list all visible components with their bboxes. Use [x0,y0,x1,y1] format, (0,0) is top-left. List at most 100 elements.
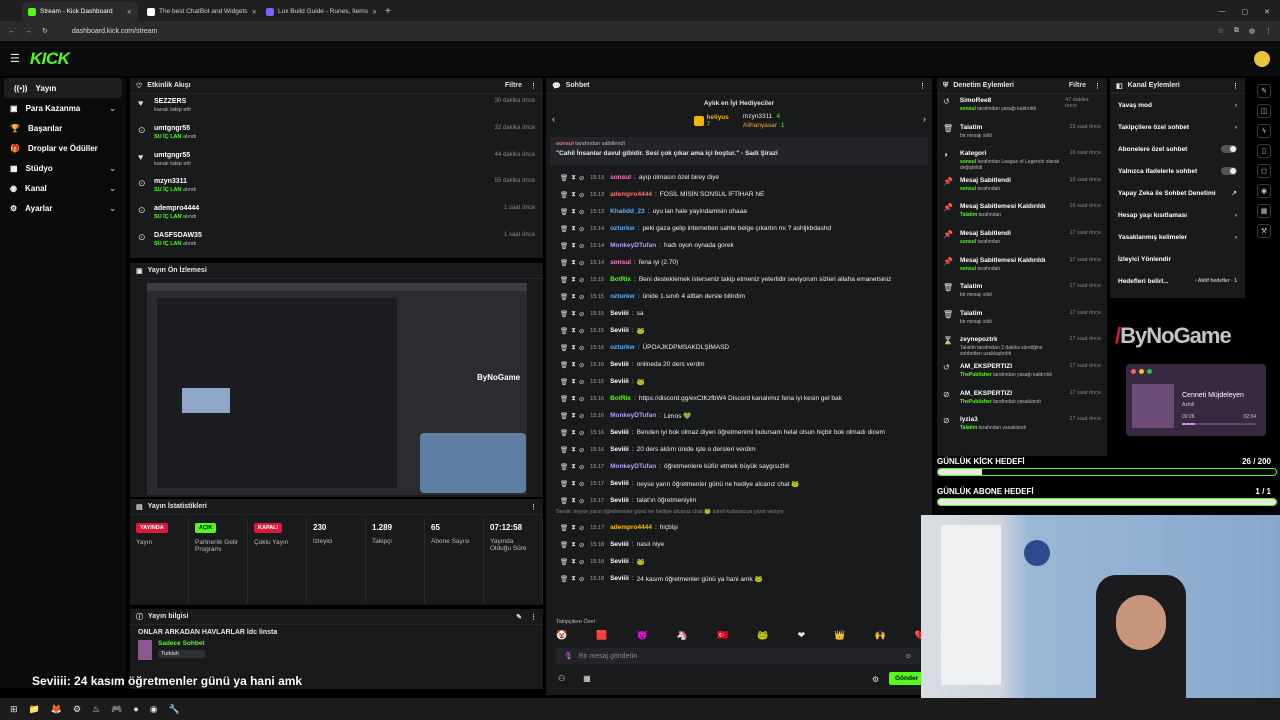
emote-icon[interactable]: 🐸 [757,630,768,641]
close-tab-icon[interactable]: ✕ [127,8,132,16]
chat-message[interactable]: 🗑 ⧗ ⊘ 15:18 Seviiii: nasıl niye [546,536,932,553]
activity-user[interactable]: SEZZERS [154,98,191,105]
users-icon[interactable]: ⚇ [558,674,565,683]
timeout-icon[interactable]: ⧗ [571,191,576,199]
chevron-down-icon[interactable]: ⌄ [109,164,116,173]
gear-icon[interactable]: ⚙ [872,675,879,684]
chat-username[interactable]: Seviiii [610,446,629,453]
chevron-down-icon[interactable]: ⌄ [109,184,116,193]
chat-username[interactable]: MonkeyDTufan [610,242,656,249]
star-icon[interactable]: ☆ [1218,27,1224,35]
delete-icon[interactable]: 🗑 [560,327,568,335]
channel-action-item[interactable]: Yavaş mod › [1110,94,1245,116]
doc-icon[interactable]: ▯ [1257,144,1271,158]
taskbar-app-icon[interactable]: ⚙ [73,704,81,715]
taskbar-app-icon[interactable]: 📁 [29,704,40,715]
mod-actor[interactable]: sonsul [960,186,976,192]
taskbar-app-icon[interactable]: ◉ [150,704,158,715]
delete-icon[interactable]: 🗑 [560,174,568,182]
chevron-down-icon[interactable]: ⌄ [109,204,116,213]
filter-button[interactable]: Filtre [505,82,522,90]
ban-icon[interactable]: ⊘ [579,395,584,403]
channel-action-item[interactable]: İzleyici Yönlendir [1110,248,1245,270]
mod-action-title[interactable]: Mesaj Sabitlemesi Kaldırıldı [960,257,1060,264]
chat-username[interactable]: ozturkw [610,293,635,300]
chat-username[interactable]: adempro4444 [610,524,652,531]
more-icon[interactable]: ⋮ [919,82,926,90]
ban-icon[interactable]: ⊘ [579,293,584,301]
timeout-icon[interactable]: ⧗ [571,395,576,403]
timeout-icon[interactable]: ⧗ [571,558,576,566]
hamburger-icon[interactable]: ☰ [10,52,20,65]
chat-message[interactable]: 🗑 ⧗ ⊘ 15:18 Seviiii:24 kasım öğretmenler gün… [546,570,932,587]
mod-action-title[interactable]: Talatim [960,283,1060,290]
chat-username[interactable]: Seviiii [610,575,629,582]
extensions-icon[interactable]: ⧉ [1234,27,1239,35]
sidebar-item[interactable]: ◉ Kanal ⌄ [0,178,126,198]
timeout-icon[interactable]: ⧗ [571,310,576,318]
chevron-right-icon[interactable]: › [1235,102,1237,109]
delete-icon[interactable]: 🗑 [560,276,568,284]
mod-actor[interactable]: ThePublisher [960,372,992,378]
close-tab-icon[interactable]: ✕ [372,8,376,16]
delete-icon[interactable]: 🗑 [560,191,568,199]
more-icon[interactable]: ⋮ [530,503,537,511]
timeout-icon[interactable]: ⧗ [571,463,576,471]
tool-icon[interactable]: ⚒ [1257,224,1271,238]
emote-icon[interactable]: 👑 [834,630,845,641]
mod-action-title[interactable]: Mesaj Sabitlendi [960,230,1060,237]
mod-action-title[interactable]: SimoRee8 [960,97,1057,104]
store-icon[interactable]: ▦ [583,674,591,683]
activity-user[interactable]: umtgngr55 [154,125,197,132]
channel-action-item[interactable]: Hedefleri belirl... › Aktif hedefler · 1 [1110,270,1245,292]
chat-username[interactable]: ozturkw [610,225,635,232]
mod-action-title[interactable]: Mesaj Sabitlendi [960,177,1060,184]
timeout-icon[interactable]: ⧗ [571,344,576,352]
chat-input[interactable]: Bir mesaj gönderin [579,653,637,660]
delete-icon[interactable]: 🗑 [560,259,568,267]
activity-user[interactable]: adempro4444 [154,205,199,212]
more-icon[interactable]: ⋮ [1232,82,1239,90]
timeout-icon[interactable]: ⧗ [571,259,576,267]
taskbar-app-icon[interactable]: 🎮 [111,704,122,715]
sidebar-item[interactable]: ▣ Para Kazanma ⌄ [0,98,126,118]
filter-button[interactable]: Filtre [1069,82,1086,90]
chevron-right-icon[interactable]: ↗ [1232,189,1237,197]
delete-icon[interactable]: 🗑 [560,293,568,301]
timeout-icon[interactable]: ⧗ [571,524,576,532]
channel-action-item[interactable]: Hesap yaşı kısıtlaması › [1110,204,1245,226]
url-input[interactable]: dashboard.kick.com/stream [72,28,158,35]
chat-message[interactable]: 🗑 ⧗ ⊘ 15:14 ozturkw: peki gaza gelip internet… [546,220,932,237]
chat-username[interactable]: ozturkw [610,344,635,351]
chat-message[interactable]: 🗑 ⧗ ⊘ 15:14 sonsul: fena iyi (2.70) [546,254,932,271]
delete-icon[interactable]: 🗑 [560,242,568,250]
mod-action-title[interactable]: AM_EKSPERTIZI [960,363,1060,370]
browser-tab[interactable]: Lux Build Guide - Runes, Items ✕ [260,2,376,21]
emote-icon[interactable]: 🦄 [677,630,688,641]
ban-icon[interactable]: ⊘ [579,208,584,216]
delete-icon[interactable]: 🗑 [560,541,568,549]
chevron-right-icon[interactable]: › [1235,212,1237,219]
emoji-icon[interactable]: ☺ [905,653,912,660]
delete-icon[interactable]: 🗑 [560,446,568,454]
timeout-icon[interactable]: ⧗ [571,225,576,233]
mod-action-title[interactable]: Kategori [960,150,1060,157]
emote-icon[interactable]: 🤡 [556,630,567,641]
edit-icon[interactable]: ✎ [516,613,522,621]
timeout-icon[interactable]: ⧗ [571,497,576,505]
timeout-icon[interactable]: ⧗ [571,412,576,420]
mod-action-title[interactable]: Talatim [960,310,1060,317]
ban-icon[interactable]: ⊘ [579,412,584,420]
delete-icon[interactable]: 🗑 [560,429,568,437]
ban-icon[interactable]: ⊘ [579,575,584,583]
delete-icon[interactable]: 🗑 [560,575,568,583]
delete-icon[interactable]: 🗑 [560,378,568,386]
chat-username[interactable]: Seviiii [610,558,629,565]
timeout-icon[interactable]: ⧗ [571,378,576,386]
ban-icon[interactable]: ⊘ [579,327,584,335]
ban-icon[interactable]: ⊘ [579,259,584,267]
maximize-icon[interactable]: ▢ [1242,8,1249,16]
ban-icon[interactable]: ⊘ [579,429,584,437]
send-button[interactable]: Gönder [889,672,925,685]
chevron-right-icon[interactable]: › [1235,124,1237,131]
